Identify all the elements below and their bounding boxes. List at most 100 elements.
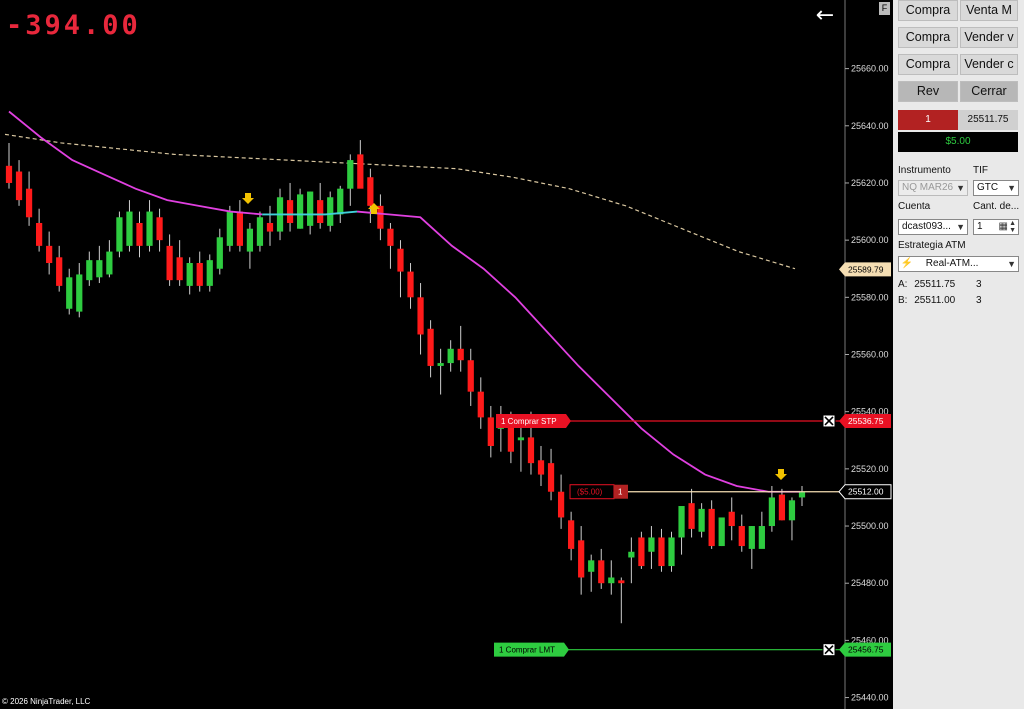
trend-moving-average — [356, 210, 800, 493]
candle-body — [628, 551, 635, 558]
candle-body — [377, 205, 384, 229]
candle-body — [417, 297, 424, 335]
candle-body — [236, 211, 243, 246]
calculator-icon[interactable]: ▦ — [999, 220, 1008, 234]
candle-body — [36, 222, 43, 246]
candle-body — [758, 526, 765, 549]
position-price: 25511.75 — [958, 110, 1018, 130]
sell-ask-button[interactable]: Vender c — [960, 54, 1018, 75]
candle-body — [778, 494, 786, 521]
candle-body — [397, 248, 404, 272]
bid-size: 3 — [975, 295, 982, 306]
buy-market-button[interactable]: Compra — [898, 0, 958, 21]
candle-body — [718, 517, 725, 547]
tif-value: GTC — [977, 182, 999, 193]
atm-strategy-value: Real-ATM... — [925, 258, 979, 269]
candle-body — [317, 200, 324, 223]
instrument-label: Instrumento — [898, 165, 951, 176]
close-button[interactable]: Cerrar — [960, 81, 1018, 102]
quantity-stepper[interactable]: 1 ▦ ▲ ▼ — [973, 219, 1019, 235]
candle-body — [738, 526, 745, 547]
candle-body — [226, 211, 233, 246]
candle-body — [156, 217, 163, 241]
reverse-button[interactable]: Rev — [898, 81, 958, 102]
candle-body — [387, 228, 394, 246]
candle-body — [66, 277, 73, 309]
candle-body — [537, 460, 545, 475]
candle-body — [447, 348, 454, 364]
position-qty-text: 1 — [618, 488, 623, 497]
candle-body — [86, 260, 93, 281]
candle-body — [608, 577, 615, 584]
buy-ask-button[interactable]: Compra — [898, 54, 958, 75]
copyright: © 2026 NinjaTrader, LLC — [2, 697, 91, 706]
tif-label: TIF — [973, 165, 988, 176]
atm-strategy-select[interactable]: ⚡ Real-ATM... ▼ — [898, 256, 1019, 272]
candle-body — [658, 537, 665, 567]
candle-body — [196, 263, 203, 286]
candle-body — [527, 437, 535, 464]
candle-body — [146, 211, 153, 246]
sell-bid-button[interactable]: Vender v — [960, 27, 1018, 48]
axis-tick-label: 25640.00 — [851, 121, 889, 131]
candle-body — [5, 165, 13, 183]
candle-body — [728, 511, 735, 527]
candle-body — [166, 245, 173, 281]
account-value: dcast093... — [902, 221, 951, 232]
candle-body — [678, 506, 685, 538]
bid-price: 25511.00 — [914, 295, 956, 306]
candle-body — [186, 263, 193, 286]
candle-body — [367, 177, 374, 206]
candle-body — [638, 537, 645, 567]
chart-trader-panel: Compra Venta M Compra Vender v Compra Ve… — [893, 0, 1024, 709]
price-marker-label: 25536.75 — [848, 416, 884, 426]
candle-body — [648, 537, 655, 552]
candle-body — [457, 348, 464, 361]
candle-body — [578, 540, 585, 578]
limit-order-tag-text: 1 Comprar LMT — [499, 646, 555, 655]
signal-down-arrow-icon — [242, 193, 254, 204]
axis-tick-label: 25560.00 — [851, 350, 889, 360]
chevron-down-icon: ▼ — [956, 222, 965, 232]
chart-area[interactable]: 25660.00 25640.00 25620.00 25600.00 25580.00… — [0, 0, 893, 709]
position-qty: 1 — [898, 110, 958, 130]
price-marker-label: 25512.00 — [848, 487, 884, 497]
stop-order-tag-text: 1 Comprar STP — [501, 417, 557, 426]
sell-market-button[interactable]: Venta M — [960, 0, 1018, 21]
chevron-down-icon: ▼ — [1007, 259, 1016, 269]
candle-body — [507, 425, 515, 452]
back-arrow-icon[interactable]: ← — [813, 4, 837, 28]
axis-tick-label: 25580.00 — [851, 292, 889, 302]
axis-tick-label: 25660.00 — [851, 64, 889, 74]
candle-body — [618, 580, 625, 584]
ask-row: A: 25511.75 3 — [898, 279, 982, 290]
candle-body — [568, 520, 575, 549]
price-chart[interactable]: 25660.00 25640.00 25620.00 25600.00 25580.00… — [0, 0, 893, 709]
pnl-display: -394.00 — [6, 10, 141, 41]
candle-body — [286, 200, 294, 223]
candle-body — [307, 191, 314, 226]
ask-price: 25511.75 — [914, 279, 956, 290]
candle-body — [76, 274, 83, 312]
candle-body — [136, 222, 143, 246]
ask-label: A: — [898, 279, 908, 290]
account-select[interactable]: dcast093... ▼ — [898, 219, 968, 235]
axis-tick-label: 25600.00 — [851, 235, 889, 245]
stepper-arrows-icon[interactable]: ▲ ▼ — [1009, 220, 1016, 234]
candle-body — [96, 260, 103, 278]
candle-body — [668, 537, 675, 567]
f-button[interactable]: F — [879, 2, 890, 15]
position-pnl-text: ($5.00) — [577, 488, 603, 497]
signal-down-arrow-icon — [775, 469, 787, 480]
buy-bid-button[interactable]: Compra — [898, 27, 958, 48]
candle-body — [25, 188, 33, 218]
candle-body — [588, 560, 595, 572]
chevron-down-icon: ▼ — [1007, 183, 1016, 193]
tif-select[interactable]: GTC ▼ — [973, 180, 1019, 196]
bid-label: B: — [898, 295, 908, 306]
instrument-select[interactable]: NQ MAR26 ▼ — [898, 180, 968, 196]
lightning-icon: ⚡ — [900, 258, 914, 269]
candle-body — [347, 160, 354, 189]
candle-body — [256, 217, 264, 246]
candle-body — [487, 417, 494, 446]
